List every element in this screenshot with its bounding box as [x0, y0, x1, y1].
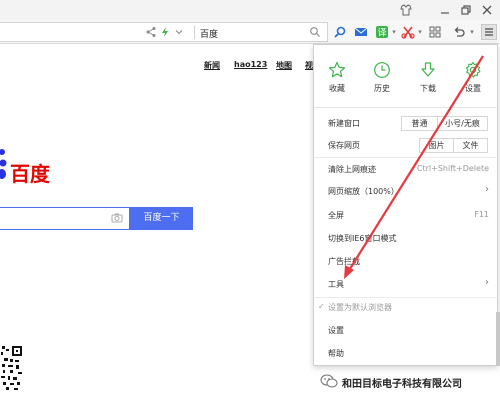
download-icon	[408, 61, 448, 79]
menu-item-label: 工具	[328, 280, 344, 289]
menu-item-label: 全屏	[328, 211, 344, 220]
quick-downloads-label: 下载	[420, 84, 436, 93]
page-scrollbar[interactable]	[496, 312, 500, 366]
watermark-text: 和田目标电子科技有限公司	[342, 379, 462, 390]
menu-item-label: 广告拦截	[328, 257, 360, 266]
nav-link-hao123[interactable]: hao123	[234, 60, 267, 69]
nav-link-map[interactable]: 地图	[276, 60, 292, 71]
nav-link-video[interactable]: 视	[305, 60, 313, 71]
translate-dropdown-icon[interactable]: ▾	[387, 25, 401, 39]
address-text[interactable]: 百度	[200, 27, 218, 40]
save-page-file-button[interactable]: 文件	[453, 138, 488, 153]
wechat-icon	[320, 374, 338, 391]
watermark: 和田目标电子科技有限公司	[316, 373, 498, 391]
menu-item-label: 设置	[328, 326, 344, 335]
menu-icon[interactable]	[481, 24, 497, 40]
apps-icon[interactable]	[428, 25, 442, 39]
clock-icon	[362, 61, 402, 79]
nav-link-news[interactable]: 新闻	[204, 60, 220, 71]
quick-settings[interactable]: 设置	[453, 61, 493, 105]
menu-item-settings[interactable]: 设置	[314, 320, 499, 342]
address-divider	[194, 26, 195, 39]
camera-icon[interactable]	[111, 212, 123, 224]
shirt-icon[interactable]	[399, 3, 413, 17]
minimize-icon[interactable]	[438, 3, 452, 17]
gear-icon	[453, 61, 493, 79]
menu-item-new-window[interactable]: 新建窗口 普通 小号/无痕	[314, 113, 499, 135]
menu-item-set-default: ✓ 设置为默认浏览器	[314, 297, 499, 319]
restore-icon[interactable]	[459, 3, 473, 17]
browser-toolbar: 百度 译 ▾ ▾ ▾	[0, 20, 500, 44]
save-page-image-button[interactable]: 图片	[419, 138, 454, 153]
quick-history-label: 历史	[374, 84, 390, 93]
quick-history[interactable]: 历史	[362, 61, 402, 105]
share-icon[interactable]	[144, 26, 158, 40]
qr-code-image	[0, 343, 24, 393]
check-icon: ✓	[318, 302, 325, 311]
quick-favorites[interactable]: 收藏	[317, 61, 357, 105]
menu-item-ad-block[interactable]: 广告拦截	[314, 251, 499, 273]
search-icon[interactable]	[308, 26, 322, 40]
chevron-down-icon[interactable]	[172, 26, 186, 40]
screenshot-dropdown-icon[interactable]: ▾	[413, 25, 427, 39]
menu-item-save-page[interactable]: 保存网页 图片 文件	[314, 135, 499, 157]
quick-settings-label: 设置	[465, 84, 481, 93]
baidu-logo-text: 百度	[10, 162, 50, 186]
menu-item-label: 设置为默认浏览器	[328, 303, 392, 312]
menu-item-shortcut: F11	[474, 210, 489, 219]
star-icon	[317, 61, 357, 79]
menu-item-label: 清除上网痕迹	[328, 165, 376, 174]
menu-item-clear-history[interactable]: 清除上网痕迹 Ctrl+Shift+Delete	[314, 159, 499, 181]
menu-item-help[interactable]: 帮助	[314, 343, 499, 365]
quick-actions: 收藏 历史 下载 设置	[314, 45, 499, 108]
close-icon[interactable]	[480, 3, 494, 17]
quick-downloads[interactable]: 下载	[408, 61, 448, 105]
menu-divider	[314, 157, 499, 158]
svg-text:译: 译	[377, 28, 386, 39]
chevron-right-icon: ›	[485, 184, 489, 195]
undo-dropdown-icon[interactable]: ▾	[465, 25, 479, 39]
menu-item-shortcut: Ctrl+Shift+Delete	[416, 164, 489, 173]
new-window-private-button[interactable]: 小号/无痕	[437, 116, 488, 131]
menu-item-tools[interactable]: 工具 ›	[314, 274, 499, 296]
chevron-right-icon: ›	[485, 277, 489, 288]
menu-item-fullscreen[interactable]: 全屏 F11	[314, 205, 499, 227]
mail-icon[interactable]	[354, 25, 368, 39]
menu-item-label: 网页缩放（100%）	[328, 187, 399, 196]
new-window-normal-button[interactable]: 普通	[401, 116, 438, 131]
search-button[interactable]: 百度一下	[130, 207, 193, 230]
undo-icon[interactable]	[452, 25, 466, 39]
title-bar	[0, 0, 500, 20]
address-bar[interactable]: 百度	[0, 22, 328, 42]
menu-item-label: 切换到IE6窗口模式	[328, 234, 397, 243]
menu-item-ie6-mode[interactable]: 切换到IE6窗口模式	[314, 228, 499, 250]
browser-main-menu: 收藏 历史 下载 设置 新建窗口 普通 小号/无痕 保存网页 图片 文件 清除上…	[313, 44, 499, 366]
menu-item-label: 新建窗口	[328, 119, 360, 128]
find-icon[interactable]	[333, 25, 347, 39]
menu-item-label: 帮助	[328, 349, 344, 358]
menu-item-zoom[interactable]: 网页缩放（100%） ›	[314, 181, 499, 203]
lightning-icon[interactable]	[158, 26, 172, 40]
menu-item-label: 保存网页	[328, 141, 360, 150]
quick-favorites-label: 收藏	[329, 84, 345, 93]
